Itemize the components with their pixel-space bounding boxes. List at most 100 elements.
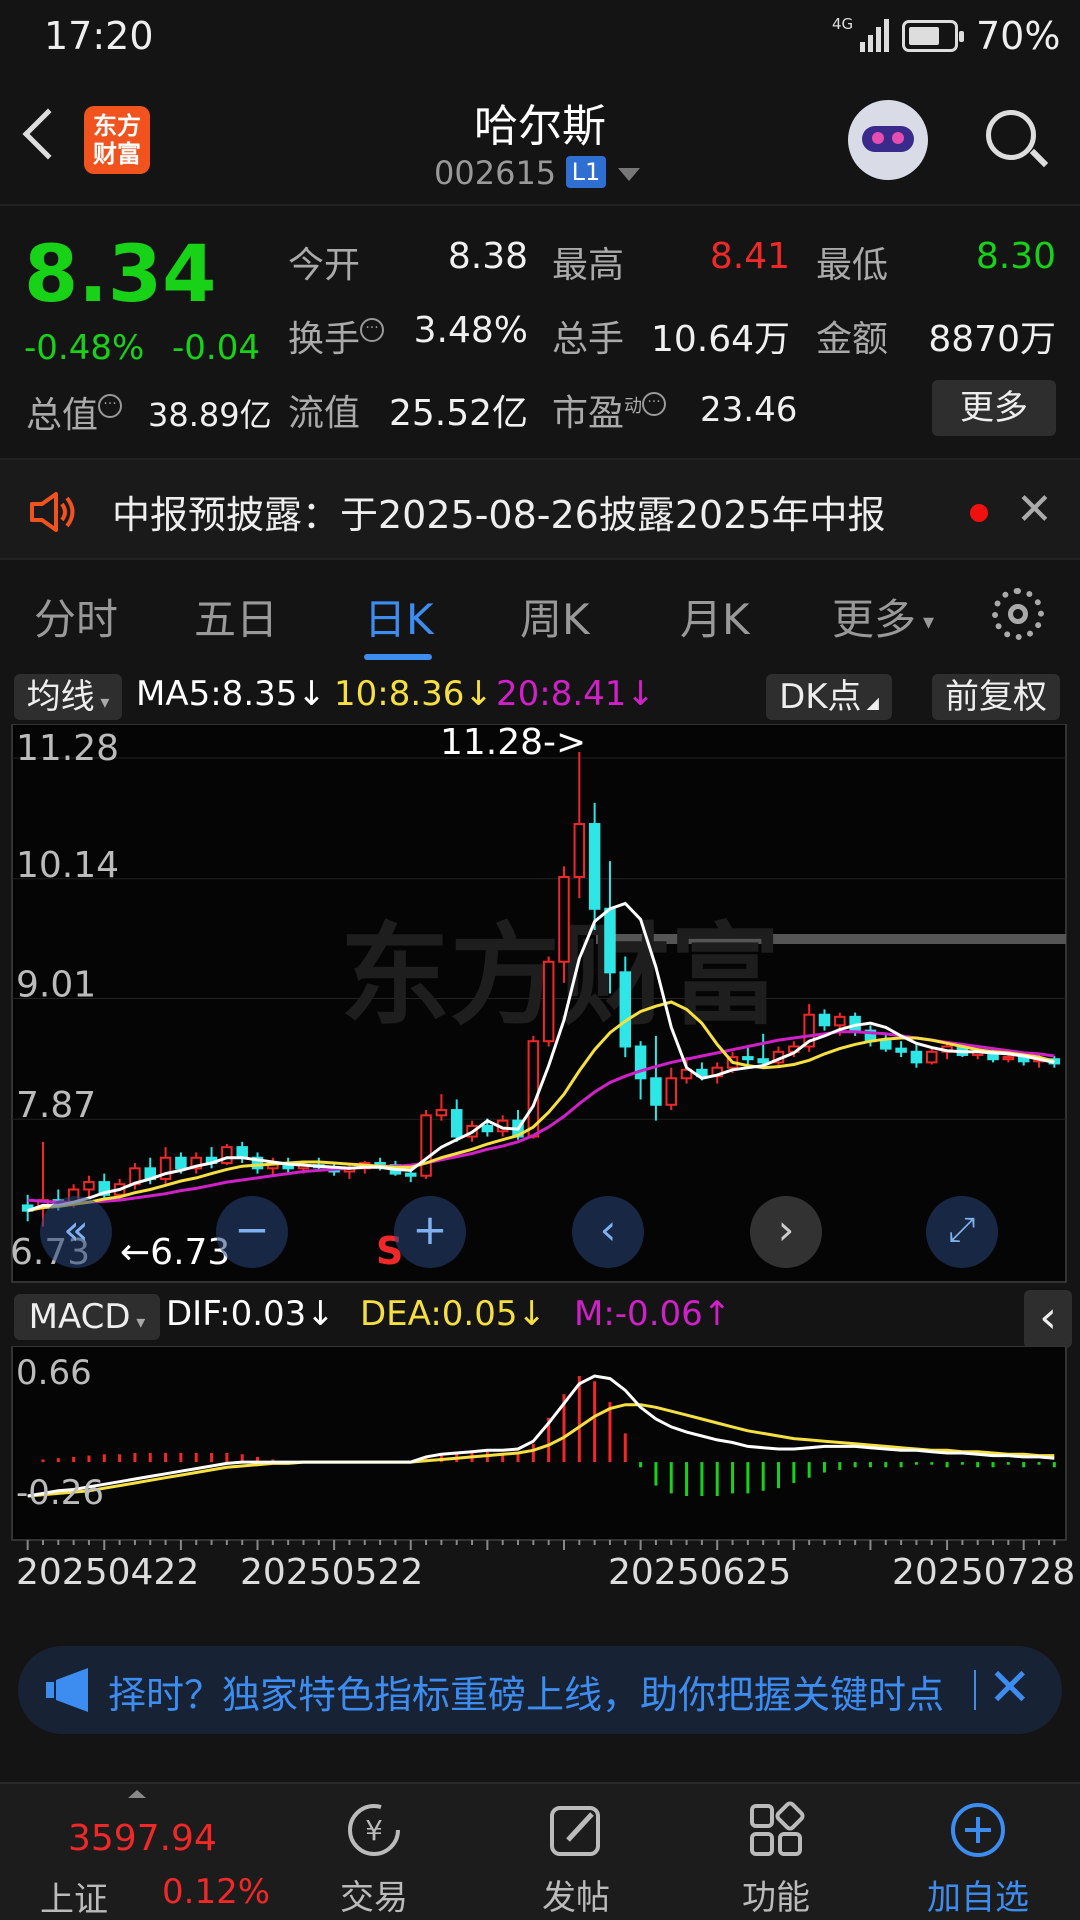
tab-weekly-k[interactable]: 周K <box>520 586 590 647</box>
low-label: 最低 <box>816 245 889 286</box>
date-axis: 20250422 20250522 20250625 20250728 <box>0 1540 1080 1628</box>
unread-dot <box>970 504 988 522</box>
collapse-panel-icon[interactable]: ‹ <box>1024 1290 1072 1348</box>
info-icon: ··· <box>360 318 385 342</box>
y-tick-label: -0.26 <box>16 1473 104 1513</box>
dk-point-button[interactable]: DK点 ◢ <box>766 674 892 720</box>
dif-value: DIF:0.03↓ <box>166 1294 335 1334</box>
info-icon: ··· <box>98 394 123 418</box>
amount-value: 8870万 <box>928 319 1056 360</box>
battery-icon <box>902 20 964 52</box>
date-label: 20250422 <box>16 1552 200 1593</box>
ma10-value: 10:8.36↓ <box>334 674 493 714</box>
index-value: 3597.94 <box>68 1818 217 1859</box>
volume-label: 总手 <box>552 319 625 360</box>
status-time: 17:20 <box>44 14 154 58</box>
high-label: 最高 <box>552 245 625 286</box>
status-bar: 17:20 4G 70% <box>0 0 1080 80</box>
pe-label[interactable]: 市盈动 ··· <box>552 384 667 436</box>
fullscreen-icon[interactable]: ⤢ <box>926 1196 998 1268</box>
macd-chart[interactable]: 0.66 -0.26 <box>0 1346 1080 1542</box>
float-value: 25.52亿 <box>388 393 528 434</box>
close-icon[interactable]: ✕ <box>1016 484 1053 535</box>
mcap-value: 38.89亿 <box>148 396 272 434</box>
index-ticker[interactable]: 3597.94 上证 0.12% <box>0 1784 270 1920</box>
level-badge: L1 <box>566 156 606 188</box>
tab-daily-k[interactable]: 日K <box>364 586 434 647</box>
nav-add-watchlist[interactable]: 加自选 <box>878 1784 1078 1920</box>
adjust-button[interactable]: 前复权 <box>932 674 1060 720</box>
candle <box>619 956 632 1058</box>
turnover-label[interactable]: 换手 ··· <box>288 310 385 362</box>
banner-divider <box>974 1670 976 1710</box>
macd-select[interactable]: MACD ▾ <box>14 1294 160 1340</box>
chevron-left-icon[interactable]: ‹ <box>572 1196 644 1268</box>
dea-value: DEA:0.05↓ <box>360 1294 546 1334</box>
float-label: 流值 <box>288 393 361 434</box>
period-tabs: 分时 五日 日K 周K 月K 更多 ▾ <box>0 562 1080 666</box>
volume-value: 10.64万 <box>650 319 790 360</box>
tab-more[interactable]: 更多 ▾ <box>832 586 934 647</box>
notice-text[interactable]: 中报预披露：于2025-08-26披露2025年中报 <box>112 484 886 539</box>
chevron-right-icon[interactable]: › <box>750 1196 822 1268</box>
info-icon: ··· <box>642 392 667 416</box>
ma-select[interactable]: 均线 ▾ <box>14 674 122 720</box>
signal-icon <box>860 18 890 52</box>
grid-icon <box>750 1801 805 1856</box>
yen-icon: ¥ <box>348 1804 400 1856</box>
tab-monthly-k[interactable]: 月K <box>680 586 750 647</box>
date-label: 20250522 <box>240 1552 424 1593</box>
mcap-label[interactable]: 总值 ··· <box>26 386 123 438</box>
tab-intraday[interactable]: 分时 <box>34 586 118 647</box>
turnover-value: 3.48% <box>413 310 528 351</box>
zoom-in-icon[interactable]: + <box>394 1196 466 1268</box>
nav-post[interactable]: 发帖 <box>476 1784 676 1920</box>
close-icon[interactable]: ✕ <box>988 1658 1032 1718</box>
add-circle-icon <box>951 1803 1005 1857</box>
svg-text:¥: ¥ <box>365 1814 383 1847</box>
active-tab-indicator <box>364 654 432 660</box>
more-quote-button[interactable]: 更多 <box>932 380 1056 436</box>
date-label: 20250728 <box>892 1552 1076 1593</box>
chart-nav-buttons: « − + ‹ › ⤢ <box>0 1196 1080 1276</box>
m-value: M:-0.06↑ <box>574 1294 732 1334</box>
ma20-value: 20:8.41↓ <box>496 674 655 714</box>
speaker-icon <box>30 492 75 532</box>
tab-five-day[interactable]: 五日 <box>194 586 278 647</box>
ma-indicator-row: 均线 ▾ MA5:8.35↓ 10:8.36↓ 20:8.41↓ DK点 ◢ 前… <box>0 668 1080 724</box>
low-value: 8.30 <box>975 236 1056 277</box>
rewind-icon[interactable]: « <box>40 1196 112 1268</box>
gear-icon[interactable] <box>992 588 1044 640</box>
amount-label: 金额 <box>816 319 889 360</box>
nav-trade[interactable]: ¥ 交易 <box>274 1784 474 1920</box>
megaphone-icon <box>46 1668 88 1712</box>
y-tick-label: 0.66 <box>16 1353 92 1393</box>
promo-banner[interactable]: 择时？独家特色指标重磅上线，助你把握关键时点 ✕ <box>18 1646 1062 1734</box>
date-ticks <box>26 1540 1056 1550</box>
assistant-robot-icon[interactable] <box>848 100 928 180</box>
candle <box>221 1143 233 1166</box>
open-value: 8.38 <box>447 236 528 277</box>
open-label: 今开 <box>288 245 361 286</box>
zoom-out-icon[interactable]: − <box>216 1196 288 1268</box>
y-tick-label: 9.01 <box>16 964 96 1005</box>
network-indicator: 4G <box>832 15 854 33</box>
banner-text[interactable]: 择时？独家特色指标重磅上线，助你把握关键时点 <box>108 1664 988 1719</box>
search-icon[interactable] <box>986 110 1049 168</box>
quote-panel: 8.34 -0.48% -0.04 总值 ··· 38.89亿 今开 8.38 最… <box>0 208 1080 456</box>
macd-plot-area <box>11 1346 1067 1541</box>
notice-bar[interactable]: 中报预披露：于2025-08-26披露2025年中报 ✕ <box>0 458 1080 560</box>
nav-functions[interactable]: 功能 <box>676 1784 876 1920</box>
stock-switch-dropdown-icon[interactable] <box>618 168 640 181</box>
y-tick-label: 10.14 <box>16 845 119 886</box>
macd-indicator-row: MACD ▾ DIF:0.03↓ DEA:0.05↓ M:-0.06↑ ‹ <box>0 1288 1080 1348</box>
stock-code[interactable]: 002615 <box>434 154 556 192</box>
pe-value: 23.46 <box>700 390 798 430</box>
y-tick-label: 11.28 <box>16 728 119 769</box>
current-price: 8.34 <box>24 230 217 320</box>
edit-icon <box>550 1806 600 1856</box>
max-marker: 11.28-> <box>440 724 586 763</box>
index-name: 上证 <box>40 1880 108 1920</box>
change-percent: -0.48% <box>24 328 145 368</box>
expand-icon <box>128 1790 146 1798</box>
